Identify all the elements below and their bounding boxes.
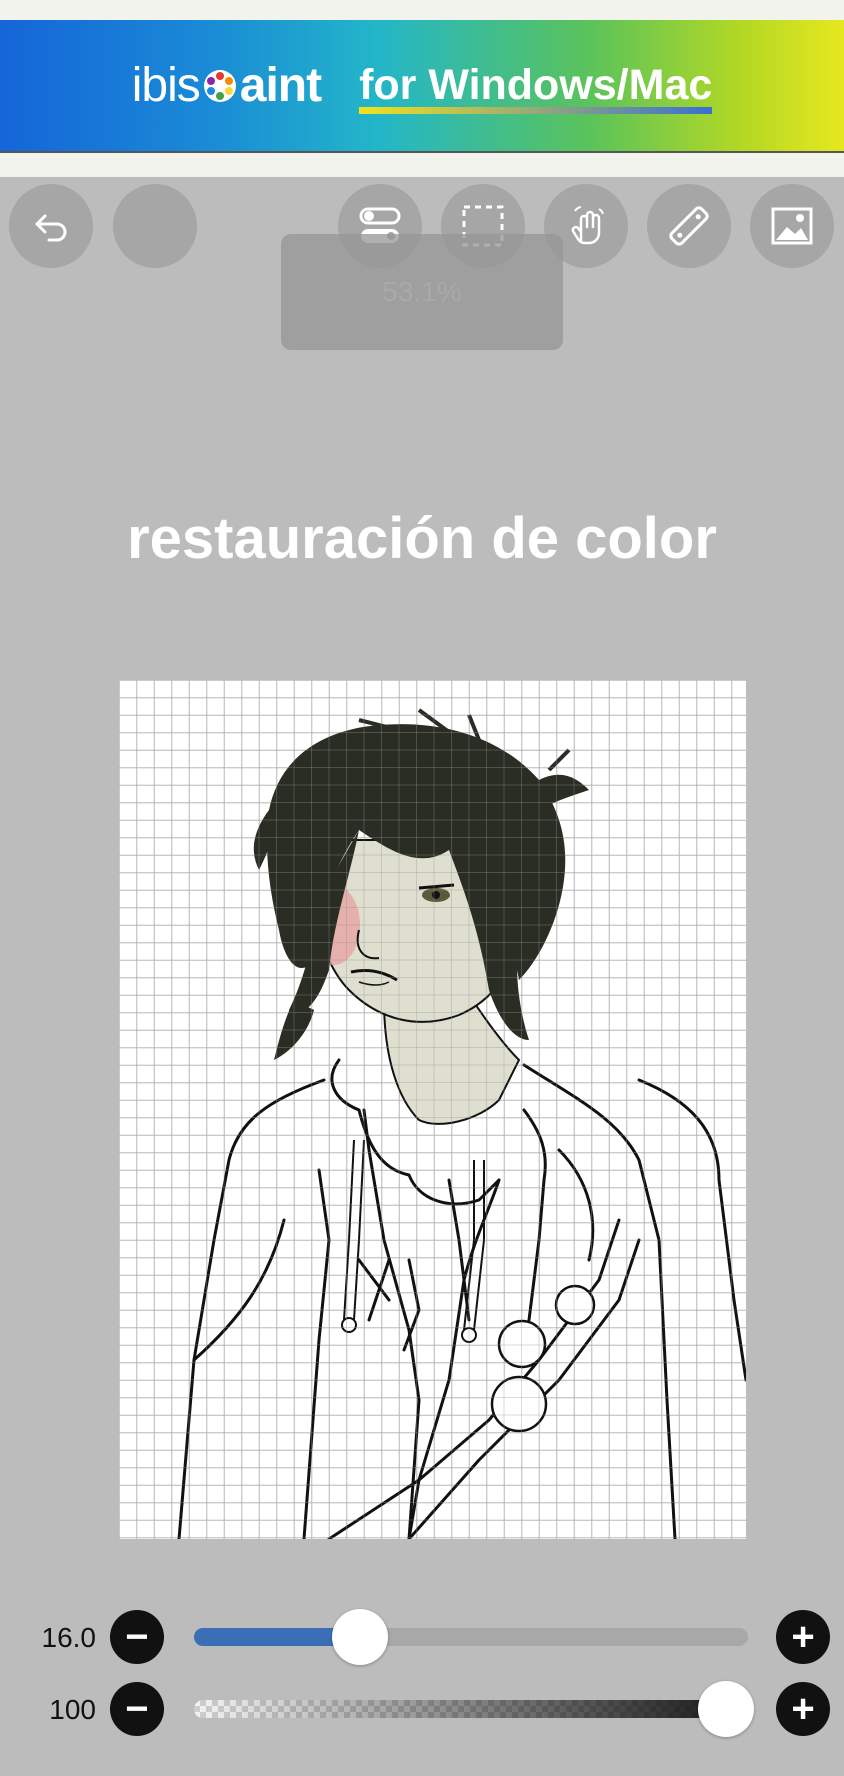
banner-tagline: for Windows/Mac bbox=[359, 61, 713, 114]
brand-prefix: ibis bbox=[131, 59, 201, 112]
reference-image-button[interactable] bbox=[750, 184, 834, 268]
brush-size-row: 16.0 − + bbox=[0, 1608, 844, 1668]
brand-suffix: aint bbox=[239, 59, 322, 112]
brush-opacity-row: 100 − + bbox=[0, 1680, 844, 1740]
brush-size-decrease-button[interactable]: − bbox=[110, 1610, 164, 1664]
hand-icon bbox=[571, 206, 604, 245]
brush-opacity-decrease-button[interactable]: − bbox=[110, 1682, 164, 1736]
ibispaint-logo: ibis aint bbox=[131, 58, 322, 113]
status-strip bbox=[0, 0, 844, 20]
undo-button[interactable] bbox=[9, 184, 93, 268]
bottom-toolbar bbox=[0, 1744, 844, 1776]
palette-icon bbox=[203, 69, 236, 102]
plus-icon: + bbox=[791, 1615, 815, 1659]
promo-banner[interactable]: ibis aint for Windows/Mac bbox=[0, 20, 844, 151]
zoom-level-indicator: 53.1% bbox=[281, 234, 563, 350]
brush-opacity-value: 100 bbox=[49, 1694, 96, 1725]
undo-icon bbox=[35, 214, 67, 242]
artwork-illustration bbox=[119, 680, 746, 1539]
ruler-icon bbox=[669, 206, 709, 246]
plus-icon: + bbox=[791, 1687, 815, 1731]
brush-opacity-increase-button[interactable]: + bbox=[776, 1682, 830, 1736]
brush-opacity-thumb[interactable] bbox=[698, 1681, 754, 1737]
brush-size-value: 16.0 bbox=[41, 1622, 97, 1653]
brush-size-track[interactable] bbox=[194, 1628, 748, 1646]
brush-size-thumb[interactable] bbox=[332, 1609, 389, 1665]
divider bbox=[0, 151, 844, 177]
drawing-canvas[interactable] bbox=[119, 680, 746, 1539]
image-icon bbox=[771, 207, 813, 245]
minus-icon: − bbox=[125, 1615, 149, 1659]
ruler-button[interactable] bbox=[647, 184, 731, 268]
redo-button[interactable] bbox=[113, 184, 197, 268]
minus-icon: − bbox=[125, 1687, 149, 1731]
brush-size-increase-button[interactable]: + bbox=[776, 1610, 830, 1664]
overlay-caption: restauración de color bbox=[127, 506, 717, 571]
brush-opacity-track[interactable] bbox=[194, 1700, 748, 1718]
